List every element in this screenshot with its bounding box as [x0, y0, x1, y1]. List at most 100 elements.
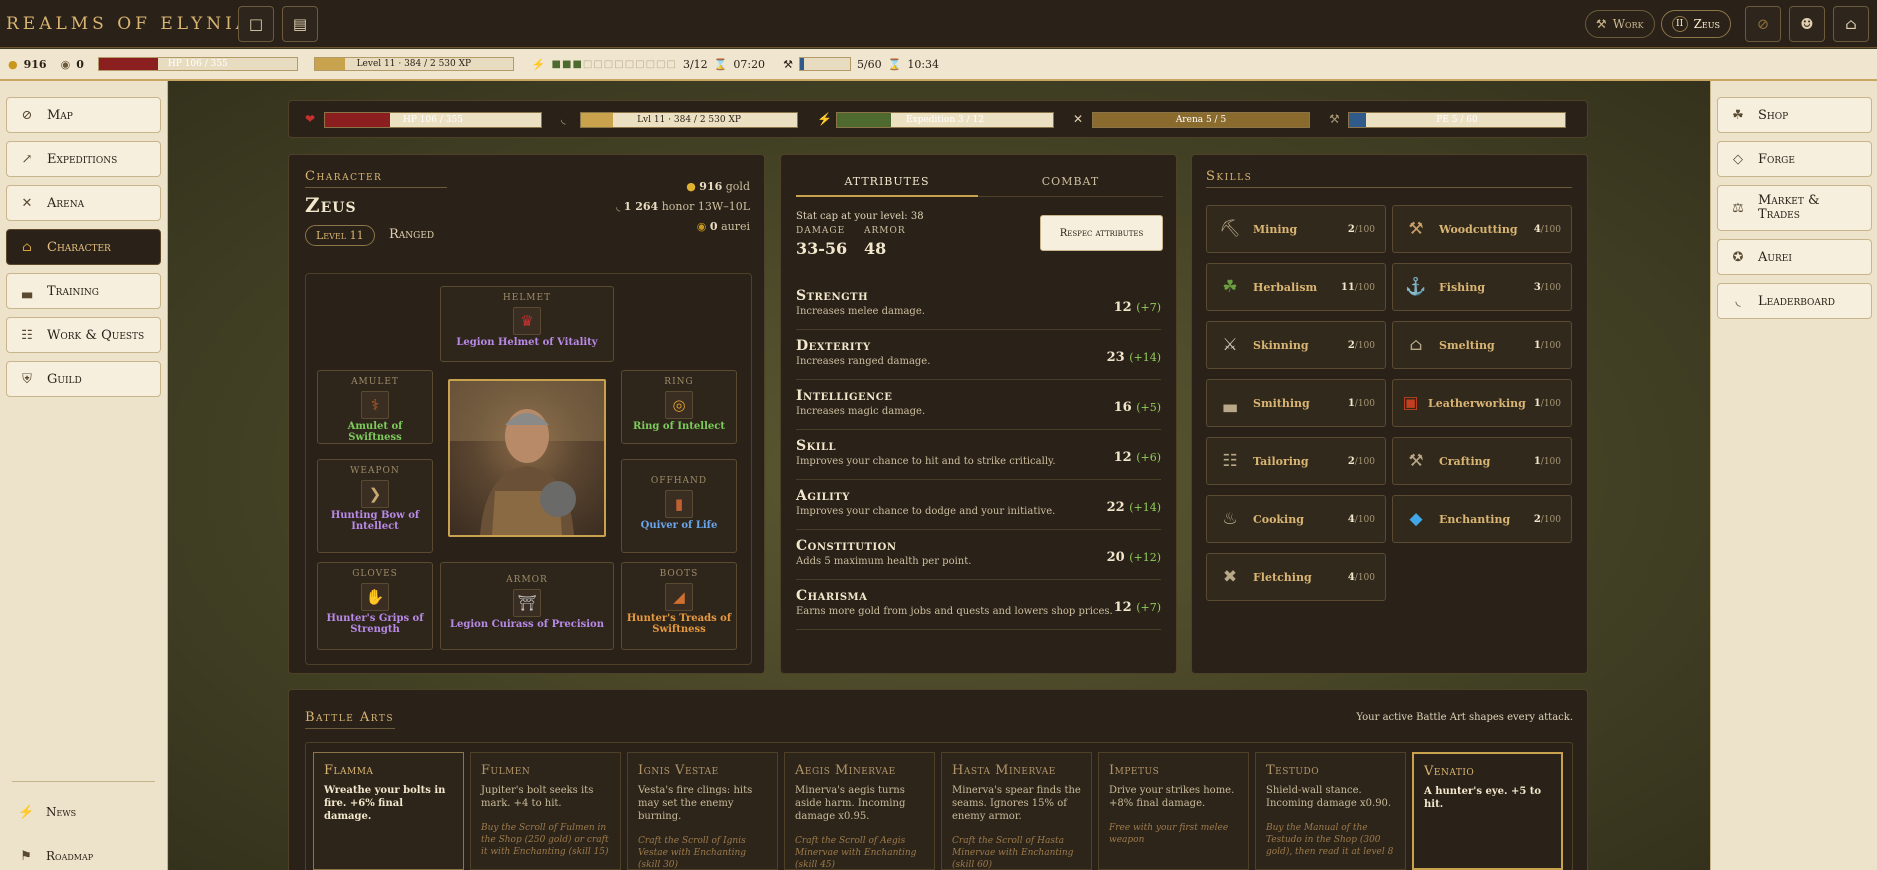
attribute-desc: Increases magic damage.: [796, 406, 926, 417]
tab-combat[interactable]: Combat: [978, 169, 1163, 197]
discord-icon: ☻: [1800, 14, 1814, 33]
skill-herbalism[interactable]: ☘ Herbalism 11/100: [1206, 263, 1386, 311]
weapon-slot[interactable]: Weapon ❯ Hunting Bow of Intellect: [317, 459, 433, 553]
nav_left-training[interactable]: ▃ Training: [6, 273, 161, 309]
coin-icon: ✪: [1732, 249, 1744, 265]
battle-art-desc: A hunter's eye. +5 to hit.: [1424, 786, 1542, 810]
house-icon: ⌂: [22, 239, 32, 255]
axe-icon: ⚒: [1408, 219, 1424, 239]
battle-art-aegis-minervae[interactable]: Aegis Minervae Minerva's aegis turns asid…: [784, 752, 935, 870]
nav_left-work-quests[interactable]: ☷ Work & Quests: [6, 317, 161, 353]
skill-fishing[interactable]: ⚓ Fishing 3/100: [1392, 263, 1572, 311]
nav_left-arena[interactable]: ✕ Arena: [6, 185, 161, 221]
skill-level: 4/100: [1347, 513, 1375, 525]
damage-label: Damage: [796, 226, 846, 236]
skill-name: Smithing: [1253, 396, 1310, 410]
attribute-row-agility: Agility Improves your chance to dodge and…: [796, 488, 1161, 530]
nav_right-aurei[interactable]: ✪ Aurei: [1717, 239, 1872, 275]
skill-leatherworking[interactable]: ▣ Leatherworking 1/100: [1392, 379, 1572, 427]
expedition-timer: 07:20: [733, 57, 766, 71]
signpost-icon: ⚑: [20, 848, 32, 864]
quiver-icon: ▮: [665, 490, 693, 518]
work-button[interactable]: ⚒ Work: [1584, 9, 1655, 38]
expedition-pips: ■■■□□□□□□□□□: [551, 58, 677, 70]
battle-art-ignis-vestae[interactable]: Ignis Vestae Vesta's fire clings: hits ma…: [627, 752, 778, 870]
battle-art-testudo[interactable]: Testudo Shield-wall stance. Incoming dama…: [1255, 752, 1406, 870]
book-icon: ▤: [292, 14, 308, 33]
nav_right-market-trades[interactable]: ⚖ Market & Trades: [1717, 185, 1872, 231]
app-logo[interactable]: Realms of Elynia: [6, 14, 238, 34]
battle-art-desc: Wreathe your bolts in fire. +6% final da…: [324, 785, 446, 822]
hp-summary-bar: HP 106 / 355: [324, 112, 542, 128]
skills-panel: Skills ⛏ Mining 2/100 ⚒ Woodcutting 4/100 ☘ Her…: [1191, 154, 1588, 674]
battle-art-name: Ignis Vestae: [638, 763, 719, 778]
right-sidebar: ☘ Shop ◇ Forge ⚖ Market & Trades ✪ Aurei ◟ Leader…: [1710, 81, 1877, 870]
skill-woodcutting[interactable]: ⚒ Woodcutting 4/100: [1392, 205, 1572, 253]
battle-art-impetus[interactable]: Impetus Drive your strikes home. +8% fina…: [1098, 752, 1249, 870]
logout-button[interactable]: ⌂: [1833, 5, 1869, 42]
journal-button[interactable]: ▤: [282, 5, 318, 42]
scroll-icon: ☷: [1222, 451, 1238, 471]
nav_right-forge[interactable]: ◇ Forge: [1717, 141, 1872, 177]
nav_left_bottom-roadmap[interactable]: ⚑ Roadmap: [6, 838, 161, 870]
armor-slot[interactable]: Armor ⛩ Legion Cuirass of Precision: [440, 562, 614, 650]
skill-enchanting[interactable]: ◆ Enchanting 2/100: [1392, 495, 1572, 543]
skill-tailoring[interactable]: ☷ Tailoring 2/100: [1206, 437, 1386, 485]
discord-button[interactable]: ☻: [1789, 5, 1825, 42]
lightning-icon: ⚡: [18, 804, 35, 820]
attribute-desc: Earns more gold from jobs and quests and…: [796, 606, 1113, 617]
gloves-slot[interactable]: Gloves ✋ Hunter's Grips of Strength: [317, 562, 433, 650]
nav-label: News: [46, 805, 77, 819]
skill-mining[interactable]: ⛏ Mining 2/100: [1206, 205, 1386, 253]
nav_left-character[interactable]: ⌂ Character: [6, 229, 161, 265]
battle-art-flamma[interactable]: Flamma Wreathe your bolts in fire. +6% fi…: [313, 752, 464, 870]
nav_left-map[interactable]: ⊘ Map: [6, 97, 161, 133]
nav_right-leaderboard[interactable]: ◟ Leaderboard: [1717, 283, 1872, 319]
amulet-slot[interactable]: Amulet ⚕ Amulet of Swiftness: [317, 370, 433, 444]
pe-summary-bar: PE 5 / 60: [1348, 112, 1566, 128]
attribute-row-charisma: Charisma Earns more gold from jobs and qu…: [796, 588, 1161, 630]
skill-name: Enchanting: [1439, 512, 1511, 526]
gold-coin-icon: ●: [8, 57, 18, 71]
ring-icon: ◎: [665, 391, 693, 419]
skill-crafting[interactable]: ⚒ Crafting 1/100: [1392, 437, 1572, 485]
tab-attributes[interactable]: Attributes: [796, 169, 978, 197]
lightning-icon: ⚡: [817, 112, 832, 126]
battle-art-hasta-minervae[interactable]: Hasta Minervae Minerva's spear finds the …: [941, 752, 1092, 870]
battle-art-fulmen[interactable]: Fulmen Jupiter's bolt seeks its mark. +4 …: [470, 752, 621, 870]
attribute-name: Intelligence: [796, 388, 893, 404]
respec-button[interactable]: Respec attributes: [1040, 215, 1163, 251]
skill-skinning[interactable]: ⚔ Skinning 2/100: [1206, 321, 1386, 369]
nav-label: Market & Trades: [1758, 193, 1820, 222]
hammer-icon: ⚒: [1408, 451, 1424, 471]
attribute-name: Skill: [796, 438, 837, 454]
boots-slot[interactable]: Boots ◢ Hunter's Treads of Swiftness: [621, 562, 737, 650]
rank-badge: II: [1671, 15, 1688, 32]
character-heading: Character: [305, 169, 383, 184]
pickaxe-icon: ⛏: [1219, 219, 1241, 239]
combat-toggle-button[interactable]: ⊘: [1745, 5, 1781, 42]
nav_right-shop[interactable]: ☘ Shop: [1717, 97, 1872, 133]
skill-name: Leatherworking: [1427, 396, 1526, 410]
nav_left_bottom-news[interactable]: ⚡ News: [6, 794, 161, 830]
skill-smelting[interactable]: ⌂ Smelting 1/100: [1392, 321, 1572, 369]
helmet-slot[interactable]: Helmet ♛ Legion Helmet of Vitality: [440, 286, 614, 362]
battle-art-venatio[interactable]: Venatio A hunter's eye. +5 to hit.: [1412, 752, 1563, 870]
attribute-value: 12 (+7): [1113, 600, 1161, 615]
offhand-slot[interactable]: Offhand ▮ Quiver of Life: [621, 459, 737, 553]
skill-level: 4/100: [1533, 223, 1561, 235]
ring-slot[interactable]: Ring ◎ Ring of Intellect: [621, 370, 737, 444]
gold-amount: 916: [23, 57, 47, 71]
user-menu-button[interactable]: II Zeus: [1660, 9, 1731, 38]
skill-cooking[interactable]: ♨ Cooking 4/100: [1206, 495, 1386, 543]
skill-fletching[interactable]: ✖ Fletching 4/100: [1206, 553, 1386, 601]
chat-button[interactable]: □: [238, 5, 274, 42]
battle-art-desc: Shield-wall stance. Incoming damage x0.9…: [1266, 785, 1392, 809]
skill-name: Smelting: [1439, 338, 1495, 352]
character-name: Zeus: [305, 193, 357, 217]
attribute-value: 23 (+14): [1106, 350, 1161, 365]
skill-smithing[interactable]: ▃ Smithing 1/100: [1206, 379, 1386, 427]
nav_left-expeditions[interactable]: ↗ Expeditions: [6, 141, 161, 177]
nav_left-guild[interactable]: ⛨ Guild: [6, 361, 161, 397]
attribute-value: 20 (+12): [1106, 550, 1161, 565]
